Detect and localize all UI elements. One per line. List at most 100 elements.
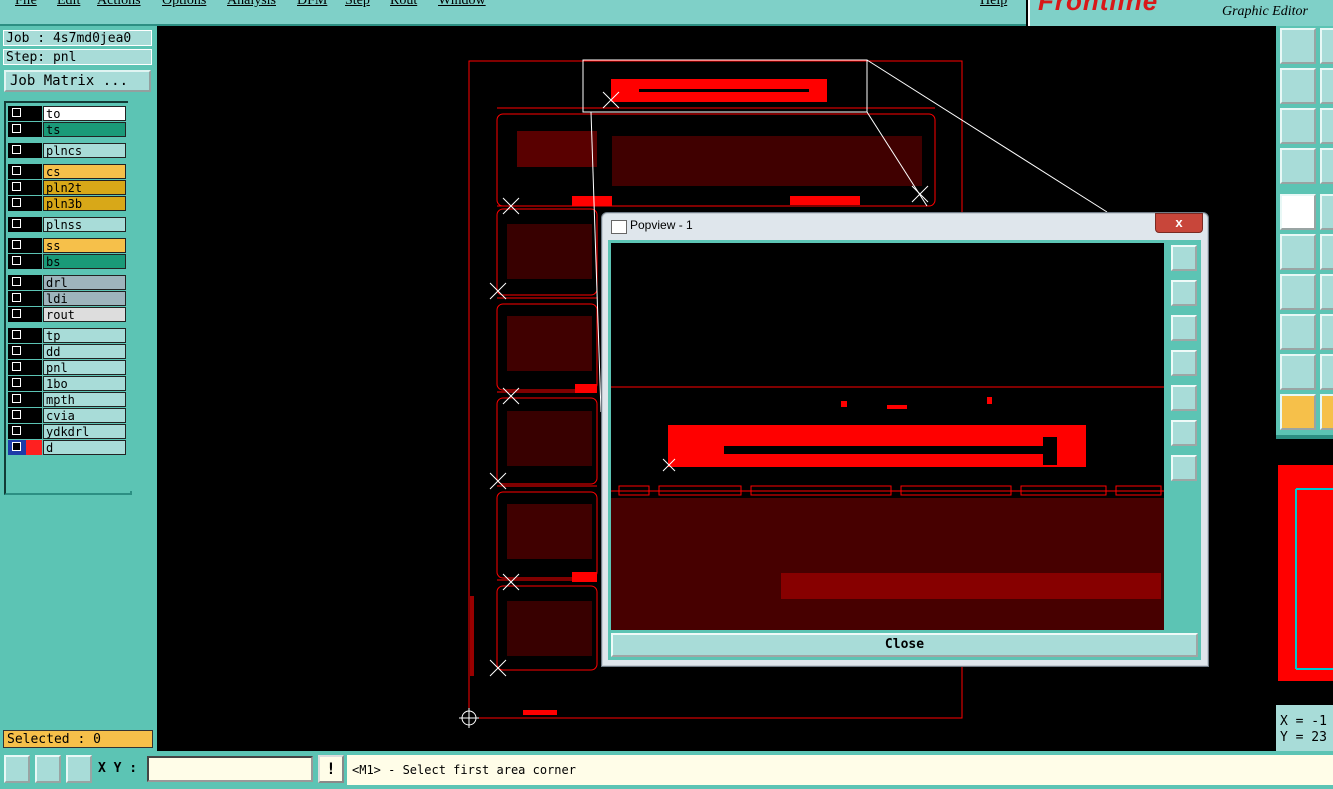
xy-input[interactable]: [147, 756, 313, 782]
zoom-in-icon[interactable]: [1280, 28, 1316, 64]
layer-row[interactable]: pln3b: [8, 196, 126, 211]
layer-name: mpth: [43, 392, 126, 407]
layer-name: d: [43, 440, 126, 455]
triangle-alt-icon[interactable]: [1320, 354, 1333, 390]
layer-checkbox[interactable]: [12, 277, 21, 286]
layer-name: bs: [43, 254, 126, 269]
layer-row[interactable]: pln2t: [8, 180, 126, 195]
move-alt-icon[interactable]: [1320, 314, 1333, 350]
alert-button[interactable]: !: [318, 755, 344, 783]
layer-row[interactable]: cs: [8, 164, 126, 179]
pan-left-icon[interactable]: [1171, 350, 1197, 376]
resize-icon[interactable]: [4, 755, 30, 783]
zoom-home-icon[interactable]: [1171, 420, 1197, 446]
layer-row[interactable]: dd: [8, 344, 126, 359]
layer-checkbox[interactable]: [12, 346, 21, 355]
job-matrix-button[interactable]: Job Matrix ...: [4, 70, 151, 92]
menu-dfm[interactable]: DFM: [297, 0, 327, 9]
layer-name: to: [43, 106, 126, 121]
layer-checkbox[interactable]: [12, 145, 21, 154]
coordinate-readout: X = -1 Y = 23: [1276, 705, 1333, 751]
fit-icon[interactable]: [1280, 108, 1316, 144]
box-select-icon[interactable]: [1320, 394, 1333, 430]
layer-checkbox[interactable]: [12, 219, 21, 228]
angle-icon[interactable]: [1280, 274, 1316, 310]
layer-row[interactable]: d: [8, 440, 126, 455]
line-icon[interactable]: [1320, 194, 1333, 230]
menu-actions[interactable]: Actions: [97, 0, 141, 9]
layer-row[interactable]: ldi: [8, 291, 126, 306]
layer-checkbox[interactable]: [12, 182, 21, 191]
delete-icon[interactable]: [1320, 234, 1333, 270]
layer-checkbox[interactable]: [12, 378, 21, 387]
grid-icon[interactable]: [66, 755, 92, 783]
layer-checkbox[interactable]: [12, 124, 21, 133]
layer-checkbox[interactable]: [12, 240, 21, 249]
layer-row[interactable]: cvia: [8, 408, 126, 423]
menu-analysis[interactable]: Analysis: [227, 0, 276, 9]
menu-help[interactable]: Help: [980, 0, 1007, 9]
layer-checkbox[interactable]: [12, 442, 21, 451]
move-icon[interactable]: [1280, 314, 1316, 350]
layer-color-swatch: [26, 408, 42, 423]
measure-alt-icon[interactable]: [1320, 148, 1333, 184]
triangle-icon[interactable]: [1280, 354, 1316, 390]
layer-color-swatch: [26, 307, 42, 322]
overview-map[interactable]: [1276, 435, 1333, 709]
layer-row[interactable]: drl: [8, 275, 126, 290]
angle-alt-icon[interactable]: [1320, 274, 1333, 310]
layer-checkbox[interactable]: [12, 256, 21, 265]
layer-row[interactable]: ss: [8, 238, 126, 253]
snap-icon[interactable]: [35, 755, 61, 783]
measure-icon[interactable]: [1280, 148, 1316, 184]
popview-close-button[interactable]: Close: [611, 633, 1198, 657]
layer-name: cvia: [43, 408, 126, 423]
layer-checkbox[interactable]: [12, 293, 21, 302]
layer-row[interactable]: ts: [8, 122, 126, 137]
layer-checkbox[interactable]: [12, 166, 21, 175]
popview-canvas[interactable]: [611, 243, 1164, 630]
layer-name: pln3b: [43, 196, 126, 211]
select-icon[interactable]: [1280, 194, 1316, 230]
window-close-icon[interactable]: x: [1155, 213, 1203, 233]
layer-checkbox[interactable]: [12, 394, 21, 403]
pointer-icon[interactable]: [1280, 394, 1316, 430]
layer-checkbox[interactable]: [12, 108, 21, 117]
layer-checkbox[interactable]: [12, 309, 21, 318]
pan-icon[interactable]: [1280, 68, 1316, 104]
layer-checkbox[interactable]: [12, 410, 21, 419]
layer-checkbox[interactable]: [12, 198, 21, 207]
layer-color-swatch: [26, 360, 42, 375]
menu-rout[interactable]: Rout: [390, 0, 417, 9]
fit-alt-icon[interactable]: [1320, 108, 1333, 144]
layer-row[interactable]: plncs: [8, 143, 126, 158]
menu-edit[interactable]: Edit: [57, 0, 80, 9]
pan-down-icon[interactable]: [1171, 315, 1197, 341]
menu-file[interactable]: File: [15, 0, 37, 9]
layer-checkbox[interactable]: [12, 330, 21, 339]
pan-up-icon[interactable]: [1171, 280, 1197, 306]
zoom-out-icon[interactable]: [1320, 28, 1333, 64]
menu-options[interactable]: Options: [162, 0, 206, 9]
layer-list-scrollbar[interactable]: [128, 101, 152, 491]
layer-row[interactable]: ydkdrl: [8, 424, 126, 439]
layer-row[interactable]: mpth: [8, 392, 126, 407]
menu-window[interactable]: Window: [438, 0, 486, 9]
layer-row[interactable]: pnl: [8, 360, 126, 375]
menu-step[interactable]: Step: [345, 0, 370, 9]
layer-color-swatch: [26, 254, 42, 269]
layer-row[interactable]: plnss: [8, 217, 126, 232]
layer-row[interactable]: rout: [8, 307, 126, 322]
pan-right-icon[interactable]: [1320, 68, 1333, 104]
layer-checkbox[interactable]: [12, 426, 21, 435]
connect-icon[interactable]: [1280, 234, 1316, 270]
pan-right-icon[interactable]: [1171, 385, 1197, 411]
layer-row[interactable]: to: [8, 106, 126, 121]
zoom-fit-icon[interactable]: [1171, 455, 1197, 481]
layer-row[interactable]: bs: [8, 254, 126, 269]
layer-row[interactable]: tp: [8, 328, 126, 343]
layer-name: ydkdrl: [43, 424, 126, 439]
zoom-window-icon[interactable]: [1171, 245, 1197, 271]
layer-checkbox[interactable]: [12, 362, 21, 371]
layer-row[interactable]: 1bo: [8, 376, 126, 391]
